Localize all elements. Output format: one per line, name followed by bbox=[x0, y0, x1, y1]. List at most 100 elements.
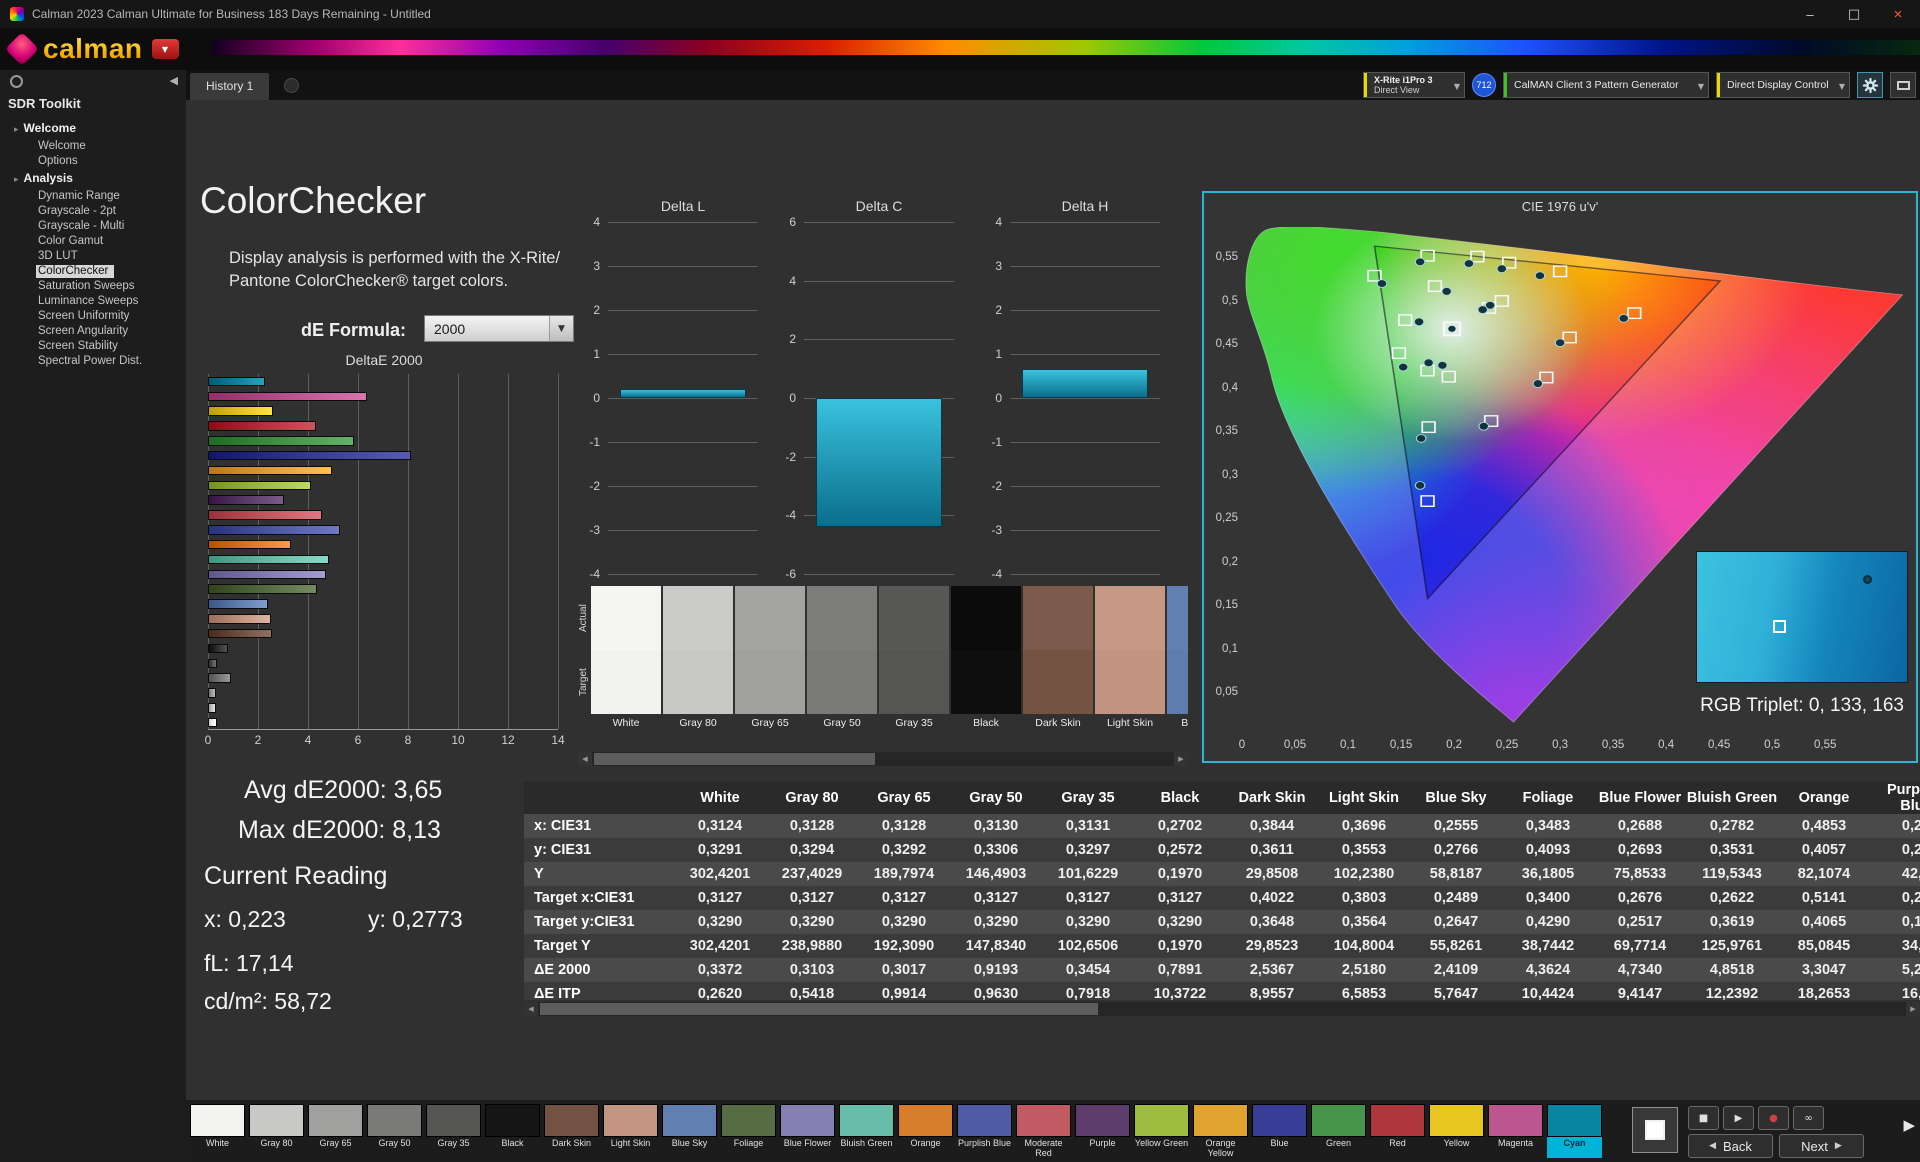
sidebar-item-grayscale-2pt[interactable]: Grayscale - 2pt bbox=[0, 203, 186, 218]
scrollbar-thumb[interactable] bbox=[540, 1003, 1099, 1015]
table-cell: 302,4201 bbox=[689, 866, 751, 882]
patch-orange-yellow[interactable]: Orange Yellow bbox=[1193, 1104, 1248, 1158]
patch-gray-35[interactable]: Gray 35 bbox=[426, 1104, 481, 1158]
patch-cyan[interactable]: Cyan bbox=[1547, 1104, 1602, 1158]
sidebar-section-analysis[interactable]: ▸ Analysis bbox=[0, 168, 186, 188]
tab-label: History 1 bbox=[206, 79, 254, 93]
table-scrollbar[interactable]: ◀ ▶ bbox=[524, 1002, 1920, 1016]
record-button[interactable]: ● bbox=[1758, 1106, 1789, 1130]
patch-blue[interactable]: Blue bbox=[1252, 1104, 1307, 1158]
target-swatch bbox=[879, 650, 949, 714]
sidebar-collapse-button[interactable]: ◀ bbox=[170, 74, 178, 87]
loop-button[interactable]: ∞ bbox=[1793, 1106, 1824, 1130]
patch-gray-65[interactable]: Gray 65 bbox=[308, 1104, 363, 1158]
patch-name: White bbox=[205, 1138, 229, 1148]
sidebar-item-screen-stability[interactable]: Screen Stability bbox=[0, 338, 186, 353]
patch-red[interactable]: Red bbox=[1370, 1104, 1425, 1158]
table-cell: 0,7891 bbox=[1157, 962, 1203, 978]
de-bar-blue bbox=[208, 450, 412, 461]
patch-bluish-green[interactable]: Bluish Green bbox=[839, 1104, 894, 1158]
patch-name: Yellow Green bbox=[1134, 1138, 1189, 1148]
cie-measurement-blue bbox=[1414, 481, 1426, 490]
sidebar-item-color-gamut[interactable]: Color Gamut bbox=[0, 233, 186, 248]
display-control-dropdown[interactable]: Direct Display Control ▼ bbox=[1716, 72, 1850, 98]
patch-gray-80[interactable]: Gray 80 bbox=[249, 1104, 304, 1158]
table-cell: 0,3127 bbox=[697, 890, 743, 906]
axis-tick-label: -2 bbox=[785, 449, 796, 464]
table-cell: 0,2489 bbox=[1433, 890, 1479, 906]
patch-magenta[interactable]: Magenta bbox=[1488, 1104, 1543, 1158]
gridline bbox=[608, 398, 758, 399]
gridline bbox=[1010, 398, 1160, 399]
scroll-right-icon[interactable]: ▶ bbox=[1906, 1002, 1920, 1016]
back-button[interactable]: ◀ Back bbox=[1688, 1134, 1773, 1158]
sidebar-item-dynamic-range[interactable]: Dynamic Range bbox=[0, 188, 186, 203]
settings-button[interactable] bbox=[1857, 72, 1883, 98]
patch-green[interactable]: Green bbox=[1311, 1104, 1366, 1158]
sidebar-item-spectral-power-dist[interactable]: Spectral Power Dist. bbox=[0, 353, 186, 368]
axis-tick-label: 0,3 bbox=[1222, 468, 1238, 481]
table-row-target-y: Target Y 302,4201 238,9880 192,3090 147,8340… bbox=[524, 934, 1920, 958]
patch-light-skin[interactable]: Light Skin bbox=[603, 1104, 658, 1158]
actual-swatch bbox=[1167, 586, 1188, 650]
sidebar-item-colorchecker[interactable]: ColorChecker bbox=[0, 263, 186, 278]
cie-1976-panel[interactable]: CIE 1976 u'v' 0,55 0,5 0,45 0,4 0,35 0,3 0,25 0… bbox=[1202, 191, 1918, 763]
axis-tick-label: 3 bbox=[995, 259, 1002, 273]
patch-black[interactable]: Black bbox=[485, 1104, 540, 1158]
patch-purplish-blue[interactable]: Purplish Blue bbox=[957, 1104, 1012, 1158]
de-bar-green bbox=[208, 436, 355, 446]
patch-white[interactable]: White bbox=[190, 1104, 245, 1158]
sidebar-item-welcome[interactable]: Welcome bbox=[0, 138, 186, 153]
meter-dropdown[interactable]: X-Rite i1Pro 3 Direct View ▼ bbox=[1363, 72, 1465, 98]
stop-button[interactable]: ■ bbox=[1688, 1106, 1719, 1130]
meter-profile-badge[interactable]: 712 bbox=[1472, 73, 1496, 97]
gridline bbox=[1010, 486, 1160, 487]
patch-gray-50[interactable]: Gray 50 bbox=[367, 1104, 422, 1158]
pattern-source-dropdown[interactable]: CalMAN Client 3 Pattern Generator ▼ bbox=[1503, 72, 1709, 98]
table-cell: 2,4109 bbox=[1433, 962, 1479, 978]
next-button[interactable]: Next ▶ bbox=[1779, 1134, 1864, 1158]
patch-moderate-red[interactable]: Moderate Red bbox=[1016, 1104, 1071, 1158]
patch-orange[interactable]: Orange bbox=[898, 1104, 953, 1158]
swatch-scrollbar[interactable]: ◀ ▶ bbox=[578, 752, 1188, 766]
scroll-right-icon[interactable]: ▶ bbox=[1174, 752, 1188, 766]
gridline bbox=[608, 266, 758, 267]
close-button[interactable]: × bbox=[1876, 0, 1920, 28]
tab-history-1[interactable]: History 1 bbox=[190, 73, 270, 100]
sidebar-item-options[interactable]: Options bbox=[0, 153, 186, 168]
tab-add-button[interactable] bbox=[284, 78, 299, 93]
scroll-left-icon[interactable]: ◀ bbox=[524, 1002, 538, 1016]
workflow-menu-icon[interactable] bbox=[10, 75, 23, 88]
layout-button[interactable] bbox=[1890, 72, 1916, 98]
patch-foliage[interactable]: Foliage bbox=[721, 1104, 776, 1158]
patch-dark-skin[interactable]: Dark Skin bbox=[544, 1104, 599, 1158]
sidebar-section-welcome[interactable]: ▸ Welcome bbox=[0, 118, 186, 138]
swatch-column-gray-80: Gray 80 bbox=[663, 586, 733, 729]
table-cell: 0,2620 bbox=[697, 986, 743, 1000]
patch-yellow[interactable]: Yellow bbox=[1429, 1104, 1484, 1158]
deltae-x-axis: 0 2 4 6 8 10 12 14 bbox=[205, 730, 565, 748]
axis-tick-label: 0,45 bbox=[1215, 338, 1238, 351]
sidebar-item-luminance-sweeps[interactable]: Luminance Sweeps bbox=[0, 293, 186, 308]
de-formula-dropdown[interactable]: 2000 ▼ bbox=[424, 315, 574, 342]
patch-scroll-right-button[interactable]: ▶ bbox=[1903, 1116, 1915, 1134]
play-button[interactable]: ▶ bbox=[1723, 1106, 1754, 1130]
sidebar-item-screen-angularity[interactable]: Screen Angularity bbox=[0, 323, 186, 338]
sidebar-item-saturation-sweeps[interactable]: Saturation Sweeps bbox=[0, 278, 186, 293]
patch-purple[interactable]: Purple bbox=[1075, 1104, 1130, 1158]
patch-blue-flower[interactable]: Blue Flower bbox=[780, 1104, 835, 1158]
minimize-button[interactable]: – bbox=[1788, 0, 1832, 28]
patch-yellow-green[interactable]: Yellow Green bbox=[1134, 1104, 1189, 1158]
maximize-button[interactable]: □ bbox=[1832, 0, 1876, 28]
patch-blue-sky[interactable]: Blue Sky bbox=[662, 1104, 717, 1158]
scroll-left-icon[interactable]: ◀ bbox=[578, 752, 592, 766]
sidebar-item-3d-lut[interactable]: 3D LUT bbox=[0, 248, 186, 263]
cie-measurement-purplish-blue bbox=[1415, 434, 1427, 443]
logo-menu-button[interactable]: ▼ bbox=[151, 39, 179, 59]
table-cell: 101,6229 bbox=[1057, 866, 1119, 882]
column-header-black: Black bbox=[1134, 782, 1226, 814]
pattern-window-button[interactable] bbox=[1632, 1107, 1678, 1153]
sidebar-item-grayscale-multi[interactable]: Grayscale - Multi bbox=[0, 218, 186, 233]
scrollbar-thumb[interactable] bbox=[594, 753, 875, 765]
sidebar-item-screen-uniformity[interactable]: Screen Uniformity bbox=[0, 308, 186, 323]
